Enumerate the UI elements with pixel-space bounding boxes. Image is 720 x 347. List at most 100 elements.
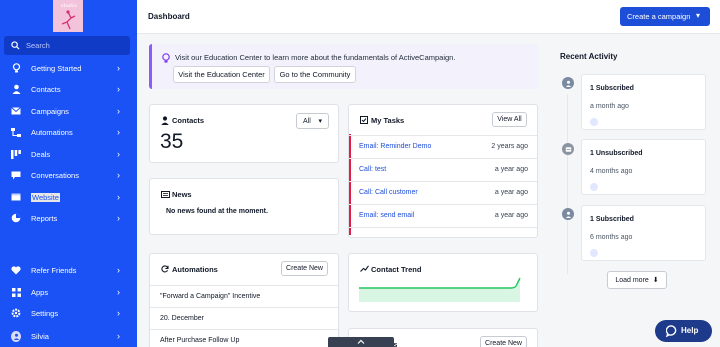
sidebar-item-settings[interactable]: Settings › bbox=[0, 303, 137, 323]
list-item[interactable]: "Forward a Campaign" Incentive bbox=[150, 285, 338, 307]
task-title[interactable]: Email: Reminder Demo bbox=[359, 143, 431, 150]
automation-name: After Purchase Follow Up bbox=[160, 337, 240, 344]
sidebar-item-contacts[interactable]: Contacts › bbox=[0, 79, 137, 99]
subscribed-icon bbox=[562, 208, 574, 220]
sidebar-item-deals[interactable]: Deals › bbox=[0, 144, 137, 164]
contact-trend-card: Contact Trend bbox=[348, 253, 538, 312]
education-center-button[interactable]: Visit the Education Center bbox=[173, 66, 270, 83]
news-empty-text: No news found at the moment. bbox=[166, 208, 268, 215]
sidebar-item-campaigns[interactable]: Campaigns › bbox=[0, 101, 137, 121]
sidebar-item-label: Refer Friends bbox=[31, 265, 77, 275]
chevron-right-icon: › bbox=[117, 331, 120, 341]
subscribed-icon bbox=[562, 77, 574, 89]
create-automation-button[interactable]: Create New bbox=[281, 261, 328, 276]
list-item[interactable]: 20. December bbox=[150, 307, 338, 329]
create-campaign-button[interactable]: Create a campaign ▾ bbox=[620, 7, 710, 26]
lightbulb-icon bbox=[11, 63, 21, 73]
news-card: News No news found at the moment. bbox=[149, 178, 339, 235]
contact-trend-sparkline bbox=[359, 277, 521, 302]
person-icon bbox=[11, 84, 21, 94]
task-title[interactable]: Email: send email bbox=[359, 212, 414, 219]
sidebar-item-label: Contacts bbox=[31, 84, 61, 94]
activity-headline: 1 Subscribed bbox=[590, 85, 634, 92]
activity-headline: 1 Unsubscribed bbox=[590, 150, 643, 157]
activity-time: 6 months ago bbox=[590, 234, 633, 241]
activity-headline: 1 Subscribed bbox=[590, 216, 634, 223]
chevron-right-icon: › bbox=[117, 127, 120, 137]
sidebar-item-label: Apps bbox=[31, 287, 49, 297]
search-label: Search bbox=[26, 41, 50, 50]
logo-figure-icon bbox=[61, 10, 76, 30]
chevron-right-icon: › bbox=[117, 213, 120, 223]
chevron-up-icon bbox=[357, 339, 365, 344]
pie-chart-icon bbox=[11, 213, 21, 223]
sidebar-item-label: Reports bbox=[31, 213, 58, 223]
deals-icon bbox=[11, 149, 21, 159]
brand-logo[interactable]: studio bbox=[53, 0, 83, 32]
task-time: a year ago bbox=[494, 189, 528, 196]
gear-icon bbox=[11, 308, 21, 318]
arrow-down-icon: ⬇ bbox=[652, 277, 659, 284]
automations-title: Automations bbox=[172, 265, 218, 274]
top-bar: Dashboard Create a campaign ▾ bbox=[137, 0, 720, 34]
sidebar-item-automations[interactable]: Automations › bbox=[0, 122, 137, 142]
sidebar-item-reports[interactable]: Reports › bbox=[0, 208, 137, 228]
sidebar-item-profile[interactable]: Silvia › bbox=[0, 326, 137, 346]
contact-avatar-icon bbox=[590, 118, 598, 126]
task-title[interactable]: Call: Call customer bbox=[359, 189, 418, 196]
sidebar-item-getting-started[interactable]: Getting Started › bbox=[0, 58, 137, 78]
chevron-right-icon: › bbox=[117, 192, 120, 202]
caret-down-icon[interactable]: ▾ bbox=[696, 11, 700, 20]
task-title[interactable]: Call: test bbox=[359, 166, 386, 173]
tasks-card: My Tasks View All Email: Reminder Demo 2… bbox=[348, 104, 538, 238]
sidebar-item-conversations[interactable]: Conversations › bbox=[0, 165, 137, 185]
sidebar-item-label: Getting Started bbox=[31, 63, 82, 73]
table-row[interactable]: Call: Call customer a year ago bbox=[349, 181, 537, 204]
table-row-partial[interactable] bbox=[349, 227, 537, 237]
activity-item[interactable]: 1 Subscribed a month ago bbox=[581, 74, 706, 130]
contact-avatar-icon bbox=[590, 249, 598, 257]
sidebar-item-label: Silvia bbox=[31, 331, 49, 341]
task-time: 2 years ago bbox=[491, 143, 528, 150]
tasks-title: My Tasks bbox=[371, 116, 405, 125]
activity-item[interactable]: 1 Subscribed 6 months ago bbox=[581, 205, 706, 261]
website-icon bbox=[11, 192, 21, 202]
trend-line-icon bbox=[360, 265, 369, 272]
sidebar-item-label: Settings bbox=[31, 308, 59, 318]
contacts-card: Contacts All ▾ 35 bbox=[149, 104, 339, 163]
chevron-right-icon: › bbox=[117, 84, 120, 94]
sidebar-item-refer-friends[interactable]: Refer Friends › bbox=[0, 260, 137, 280]
search-icon bbox=[11, 41, 20, 50]
chat-icon bbox=[11, 170, 21, 180]
activity-item[interactable]: 1 Unsubscribed 4 months ago bbox=[581, 139, 706, 195]
task-time: a year ago bbox=[494, 212, 528, 219]
caret-down-icon: ▾ bbox=[318, 118, 322, 125]
sidebar: studio Search Getting Started › Contacts… bbox=[0, 0, 137, 347]
create-campaign-label: Create a campaign bbox=[627, 12, 691, 21]
task-time: a year ago bbox=[494, 166, 528, 173]
contacts-title: Contacts bbox=[172, 116, 205, 125]
create-campaign-card-button[interactable]: Create New bbox=[480, 336, 527, 347]
help-label: Help bbox=[681, 326, 699, 335]
automations-card: Automations Create New "Forward a Campai… bbox=[149, 253, 339, 347]
chat-bubble-icon bbox=[666, 325, 677, 337]
sidebar-item-label: Conversations bbox=[31, 170, 79, 180]
person-icon bbox=[161, 116, 169, 125]
contacts-filter-select[interactable]: All ▾ bbox=[296, 113, 329, 129]
filter-value: All bbox=[303, 117, 311, 125]
sidebar-item-website[interactable]: Website › bbox=[0, 187, 137, 207]
community-button[interactable]: Go to the Community bbox=[274, 66, 356, 83]
sidebar-item-apps[interactable]: Apps › bbox=[0, 282, 137, 302]
load-more-button[interactable]: Load more ⬇ bbox=[607, 271, 667, 289]
view-all-tasks-button[interactable]: View All bbox=[492, 112, 527, 127]
scroll-up-tab[interactable] bbox=[328, 337, 394, 347]
page-title: Dashboard bbox=[148, 12, 190, 21]
search-bar[interactable]: Search bbox=[4, 36, 130, 55]
list-item[interactable]: After Purchase Follow Up bbox=[150, 329, 338, 347]
table-row[interactable]: Email: Reminder Demo 2 years ago bbox=[349, 135, 537, 158]
avatar-icon bbox=[11, 330, 21, 342]
table-row[interactable]: Email: send email a year ago bbox=[349, 204, 537, 227]
help-button[interactable]: Help bbox=[655, 320, 712, 342]
table-row[interactable]: Call: test a year ago bbox=[349, 158, 537, 181]
activity-time: a month ago bbox=[590, 103, 629, 110]
